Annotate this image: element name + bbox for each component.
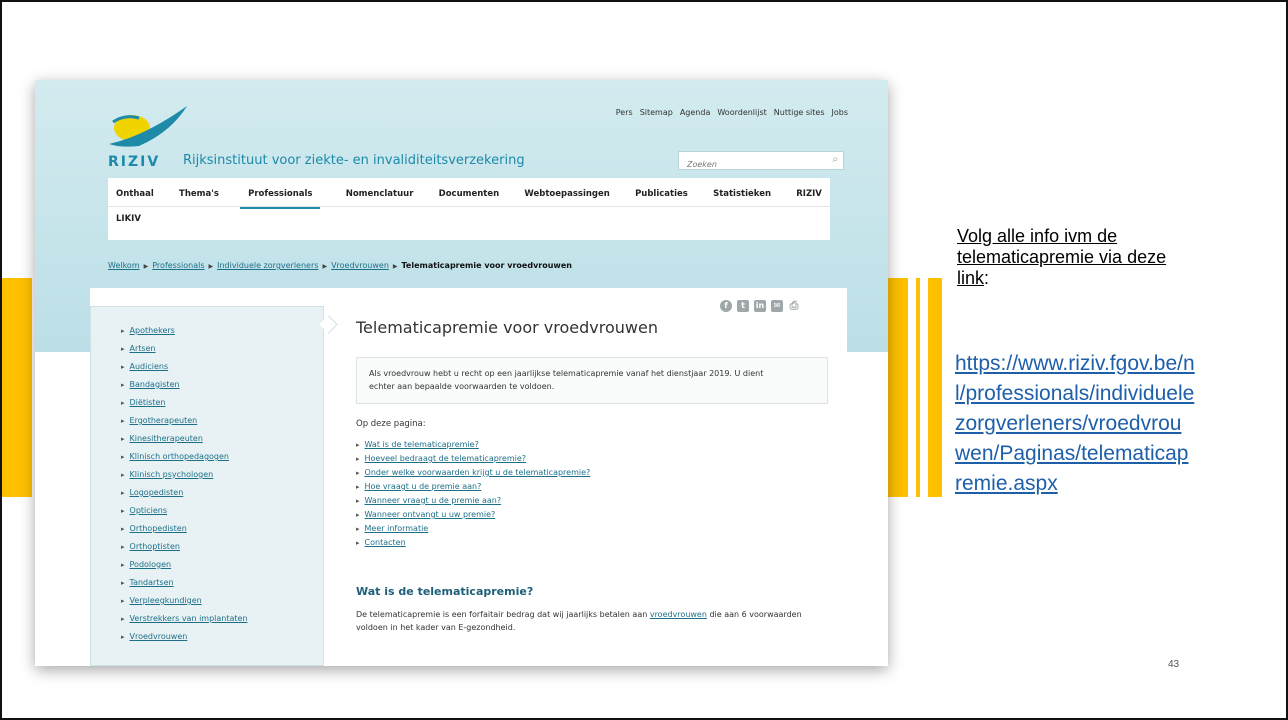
nav-riziv[interactable]: RIZIV xyxy=(796,178,830,209)
toc-link[interactable]: Wat is de telematicapremie? xyxy=(356,438,590,452)
sidebar-item-klinisch-psychologen[interactable]: Klinisch psychologen xyxy=(121,466,323,484)
website-screenshot: RIZIV Rijksinstituut voor ziekte- en inv… xyxy=(35,80,888,666)
toc-link[interactable]: Wanneer vraagt u de premie aan? xyxy=(356,494,590,508)
breadcrumb-separator-icon: ▶ xyxy=(143,263,149,270)
gold-accent-bar-left xyxy=(2,278,32,497)
sidebar-item-ergotherapeuten[interactable]: Ergotherapeuten xyxy=(121,412,323,430)
top-links: Pers Sitemap Agenda Woordenlijst Nuttige… xyxy=(616,108,848,117)
top-link-woordenlijst[interactable]: Woordenlijst xyxy=(717,108,766,117)
search-icon[interactable]: ⌕ xyxy=(832,154,838,165)
sidebar-item-verstrekkers-van-implantaten[interactable]: Verstrekkers van implantaten xyxy=(121,610,323,628)
toc-link[interactable]: Wanneer ontvangt u uw premie? xyxy=(356,508,590,522)
nav-documenten[interactable]: Documenten xyxy=(439,178,500,209)
toc-link[interactable]: Meer informatie xyxy=(356,522,590,536)
facebook-icon[interactable]: f xyxy=(720,300,732,312)
toc-link[interactable]: Hoeveel bedraagt de telematicapremie? xyxy=(356,452,590,466)
top-link-agenda[interactable]: Agenda xyxy=(680,108,711,117)
top-link-nuttige-sites[interactable]: Nuttige sites xyxy=(774,108,825,117)
twitter-icon[interactable]: t xyxy=(737,300,749,312)
nav-onthaal[interactable]: Onthaal xyxy=(108,178,154,209)
page-number: 43 xyxy=(1168,659,1180,670)
table-of-contents: Wat is de telematicapremie? Hoeveel bedr… xyxy=(356,438,591,550)
search-input[interactable] xyxy=(685,159,819,170)
slide-note-colon: : xyxy=(984,268,990,288)
section-heading: Wat is de telematicapremie? xyxy=(356,585,534,598)
sidebar-item-tandartsen[interactable]: Tandartsen xyxy=(121,574,323,592)
main-nav: Onthaal Thema's Professionals Nomenclatu… xyxy=(108,178,830,240)
nav-nomenclatuur[interactable]: Nomenclatuur xyxy=(346,178,414,209)
toc-link[interactable]: Hoe vraagt u de premie aan? xyxy=(356,480,590,494)
gold-accent-bar-right-2 xyxy=(916,278,920,497)
sidebar-item-kinesitherapeuten[interactable]: Kinesitherapeuten xyxy=(121,430,323,448)
riziv-logo-icon xyxy=(109,106,187,147)
section-text-part-1: De telematicapremie is een forfaitair be… xyxy=(356,610,650,619)
top-link-pers[interactable]: Pers xyxy=(616,108,633,117)
sidebar-item-verpleegkundigen[interactable]: Verpleegkundigen xyxy=(121,592,323,610)
gold-accent-bar-right-3 xyxy=(928,278,942,497)
print-icon[interactable]: ⎙ xyxy=(788,300,800,312)
page-title: Telematicapremie voor vroedvrouwen xyxy=(356,318,658,337)
sidebar-item-bandagisten[interactable]: Bandagisten xyxy=(121,376,323,394)
email-icon[interactable]: ✉ xyxy=(771,300,783,312)
sidebar: Apothekers Artsen Audiciens Bandagisten … xyxy=(90,306,324,666)
nav-statistieken[interactable]: Statistieken xyxy=(713,178,771,209)
sidebar-item-dietisten[interactable]: Diëtisten xyxy=(121,394,323,412)
sidebar-item-orthoptisten[interactable]: Orthoptisten xyxy=(121,538,323,556)
riziv-url-link[interactable]: https://www.riziv.fgov.be/nl/professiona… xyxy=(955,349,1195,499)
sidebar-item-opticiens[interactable]: Opticiens xyxy=(121,502,323,520)
breadcrumb-current: Telematicapremie voor vroedvrouwen xyxy=(401,261,572,270)
slide: RIZIV Rijksinstituut voor ziekte- en inv… xyxy=(0,0,1288,720)
intro-box: Als vroedvrouw hebt u recht op een jaarl… xyxy=(356,357,828,404)
sidebar-item-podologen[interactable]: Podologen xyxy=(121,556,323,574)
nav-themas[interactable]: Thema's xyxy=(179,178,219,209)
nav-professionals[interactable]: Professionals xyxy=(240,178,321,209)
content-area: Apothekers Artsen Audiciens Bandagisten … xyxy=(90,288,847,666)
breadcrumb-individuele-zorgverleners[interactable]: Individuele zorgverleners xyxy=(217,261,318,270)
on-page-label: Op deze pagina: xyxy=(356,419,426,429)
site-tagline: Rijksinstituut voor ziekte- en invalidit… xyxy=(183,153,525,168)
gold-accent-bar-right-1 xyxy=(888,278,908,497)
top-link-sitemap[interactable]: Sitemap xyxy=(640,108,673,117)
vroedvrouwen-link[interactable]: vroedvrouwen xyxy=(650,610,707,619)
sidebar-item-klinisch-orthopedagogen[interactable]: Klinisch orthopedagogen xyxy=(121,448,323,466)
breadcrumb-separator-icon: ▶ xyxy=(208,263,214,270)
linkedin-icon[interactable]: in xyxy=(754,300,766,312)
share-toolbar: f t in ✉ ⎙ xyxy=(720,300,800,312)
breadcrumb-vroedvrouwen[interactable]: Vroedvrouwen xyxy=(331,261,389,270)
intro-line-2: echter aan bepaalde voorwaarden te voldo… xyxy=(369,382,555,391)
sidebar-item-artsen[interactable]: Artsen xyxy=(121,340,323,358)
nav-divider xyxy=(108,206,830,207)
breadcrumb: Welkom ▶ Professionals ▶ Individuele zorgver… xyxy=(108,261,572,270)
nav-likiv[interactable]: LIKIV xyxy=(116,214,141,224)
sidebar-item-audiciens[interactable]: Audiciens xyxy=(121,358,323,376)
sidebar-item-orthopedisten[interactable]: Orthopedisten xyxy=(121,520,323,538)
nav-publicaties[interactable]: Publicaties xyxy=(635,178,688,209)
intro-line-1: Als vroedvrouw hebt u recht op een jaarl… xyxy=(369,369,764,378)
breadcrumb-professionals[interactable]: Professionals xyxy=(152,261,204,270)
nav-webtoepassingen[interactable]: Webtoepassingen xyxy=(524,178,609,209)
top-link-jobs[interactable]: Jobs xyxy=(832,108,849,117)
breadcrumb-separator-icon: ▶ xyxy=(322,263,328,270)
slide-note: Volg alle info ivm de telematicapremie v… xyxy=(957,226,1187,289)
breadcrumb-welkom[interactable]: Welkom xyxy=(108,261,140,270)
toc-link[interactable]: Onder welke voorwaarden krijgt u de tele… xyxy=(356,466,591,480)
search-box: ⌕ xyxy=(678,151,844,170)
toc-link[interactable]: Contacten xyxy=(356,536,590,550)
riziv-wordmark: RIZIV xyxy=(108,154,161,170)
section-paragraph: De telematicapremie is een forfaitair be… xyxy=(356,608,816,634)
breadcrumb-separator-icon: ▶ xyxy=(392,263,398,270)
sidebar-item-logopedisten[interactable]: Logopedisten xyxy=(121,484,323,502)
sidebar-item-vroedvrouwen[interactable]: Vroedvrouwen xyxy=(121,628,323,646)
sidebar-item-apothekers[interactable]: Apothekers xyxy=(121,322,323,340)
